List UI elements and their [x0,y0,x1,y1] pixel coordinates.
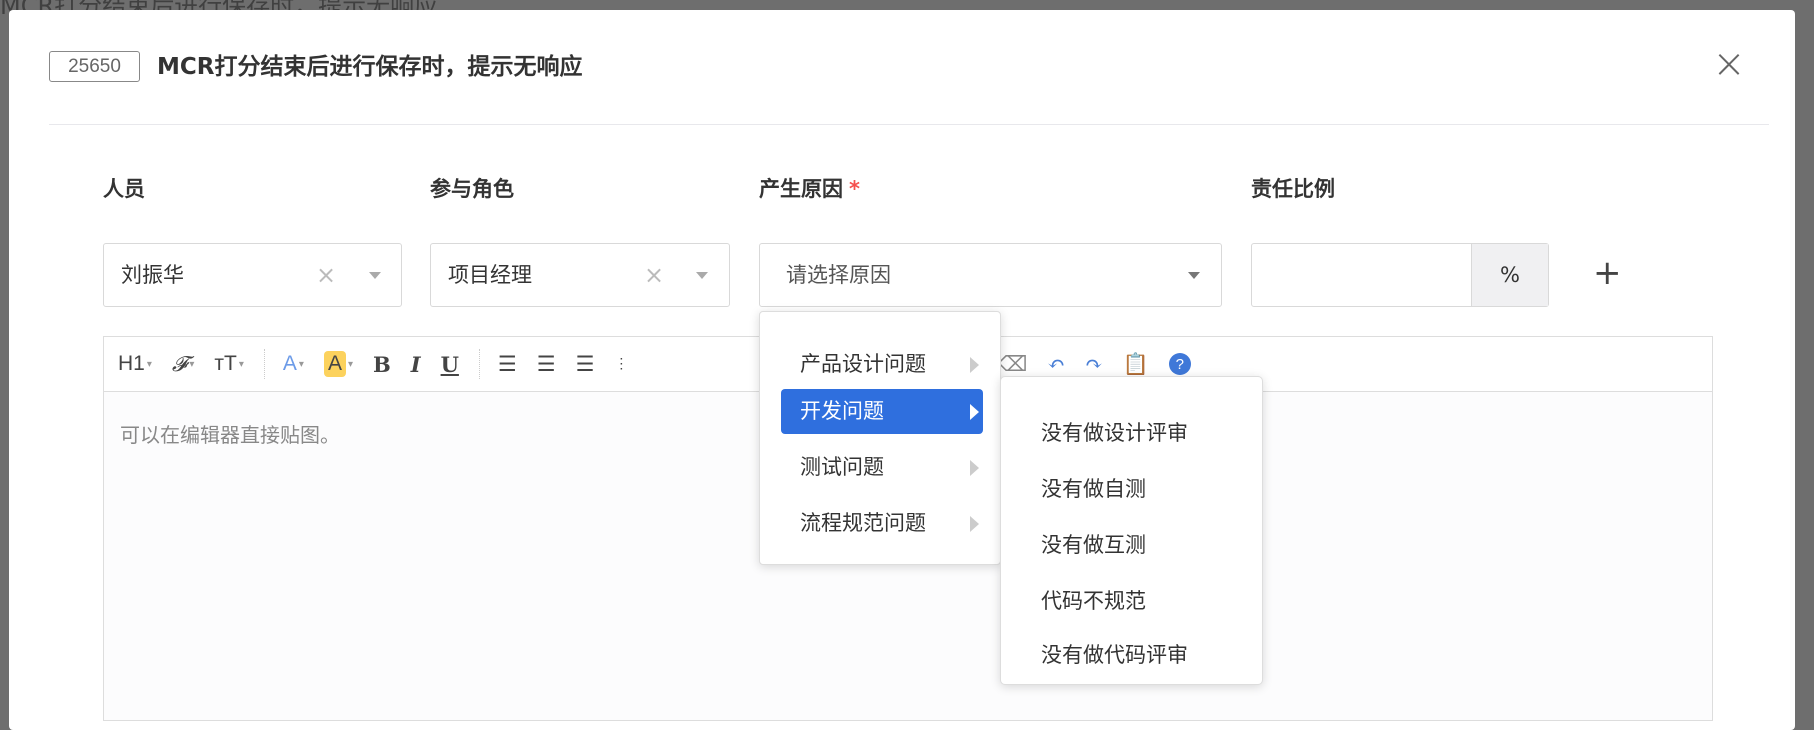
close-icon: × [1712,41,1746,87]
submenu-item[interactable]: 没有做互测 [1041,529,1146,559]
chevron-right-icon [970,460,979,476]
cause-label-text: 产生原因 [759,177,843,201]
chevron-right-icon [970,357,979,373]
ratio-input[interactable]: % [1251,243,1549,307]
align-right-icon[interactable]: ☰ [576,352,595,376]
font-color-button[interactable]: A ▾ [283,352,304,376]
chevron-right-icon [970,404,979,420]
toolbar-separator [478,349,480,379]
background-color-button[interactable]: A ▾ [323,351,353,377]
issue-id-badge: 25650 [49,51,140,82]
person-value: 刘振华 [121,263,184,287]
issue-modal: 25650 MCR打分结束后进行保存时，提示无响应 × 人员 参与角色 产生原因… [9,10,1795,730]
chevron-down-icon [1188,272,1200,279]
cause-menu: 产品设计问题 开发问题 测试问题 流程规范问题 [759,311,1001,565]
toolbar-separator [263,349,265,379]
align-left-icon[interactable]: ☰ [498,352,517,376]
role-select[interactable]: 项目经理 × [430,243,730,307]
help-icon[interactable]: ? [1168,353,1191,375]
redo-icon[interactable]: ↷ [1085,352,1103,376]
required-mark: * [849,177,860,201]
menu-item-label: 开发问题 [800,399,884,423]
highlight-icon: A [323,351,346,377]
close-button[interactable]: × [1709,44,1749,86]
chevron-down-icon [369,272,381,279]
submenu-item[interactable]: 没有做代码评审 [1041,639,1188,669]
role-label: 参与角色 [430,177,514,201]
divider [49,124,1769,125]
menu-item-product-design[interactable]: 产品设计问题 [781,342,983,387]
cause-select[interactable]: 请选择原因 [759,243,1222,307]
cause-placeholder: 请选择原因 [786,263,891,287]
paste-icon[interactable]: 📋 [1123,352,1149,377]
underline-button[interactable]: U [441,352,459,377]
menu-item-label: 流程规范问题 [800,511,926,535]
menu-item-label: 测试问题 [800,455,884,479]
menu-item-development[interactable]: 开发问题 [781,389,983,434]
undo-icon[interactable]: ↶ [1047,352,1065,376]
font-icon: 𝓕 [171,351,188,376]
font-color-icon: A [282,352,297,375]
font-size-button[interactable]: тT ▾ [214,352,243,376]
role-value: 项目经理 [448,263,532,287]
person-label: 人员 [103,177,145,201]
menu-item-testing[interactable]: 测试问题 [781,445,983,490]
submenu-item[interactable]: 没有做自测 [1041,473,1146,503]
align-center-icon[interactable]: ☰ [537,352,556,376]
ratio-label: 责任比例 [1251,177,1335,201]
chevron-down-icon [696,272,708,279]
font-family-button[interactable]: 𝓕 ▾ [172,352,195,377]
italic-button[interactable]: I [411,352,421,377]
submenu-item[interactable]: 没有做设计评审 [1041,417,1188,447]
clear-icon[interactable]: × [644,244,664,306]
menu-item-label: 产品设计问题 [800,352,926,376]
percent-addon: % [1471,244,1548,306]
modal-title: MCR打分结束后进行保存时，提示无响应 [157,54,583,80]
menu-item-process[interactable]: 流程规范问题 [781,501,983,546]
bold-button[interactable]: B [373,352,391,377]
cause-label: 产生原因 * [759,173,860,203]
chevron-right-icon [970,516,979,532]
editor-placeholder: 可以在编辑器直接贴图。 [120,423,340,447]
person-select[interactable]: 刘振华 × [103,243,402,307]
heading-button[interactable]: H1 ▾ [118,352,152,376]
heading-label: H1 [118,352,145,375]
submenu-item[interactable]: 代码不规范 [1041,585,1146,615]
clear-icon[interactable]: × [316,244,336,306]
eraser-icon[interactable]: ⌫ [998,352,1028,376]
add-row-button[interactable]: + [1593,256,1622,290]
font-size-icon: тT [214,352,237,375]
cause-submenu: 没有做设计评审 没有做自测 没有做互测 代码不规范 没有做代码评审 [1000,376,1263,685]
ordered-list-icon[interactable]: ⋮ [614,356,628,372]
